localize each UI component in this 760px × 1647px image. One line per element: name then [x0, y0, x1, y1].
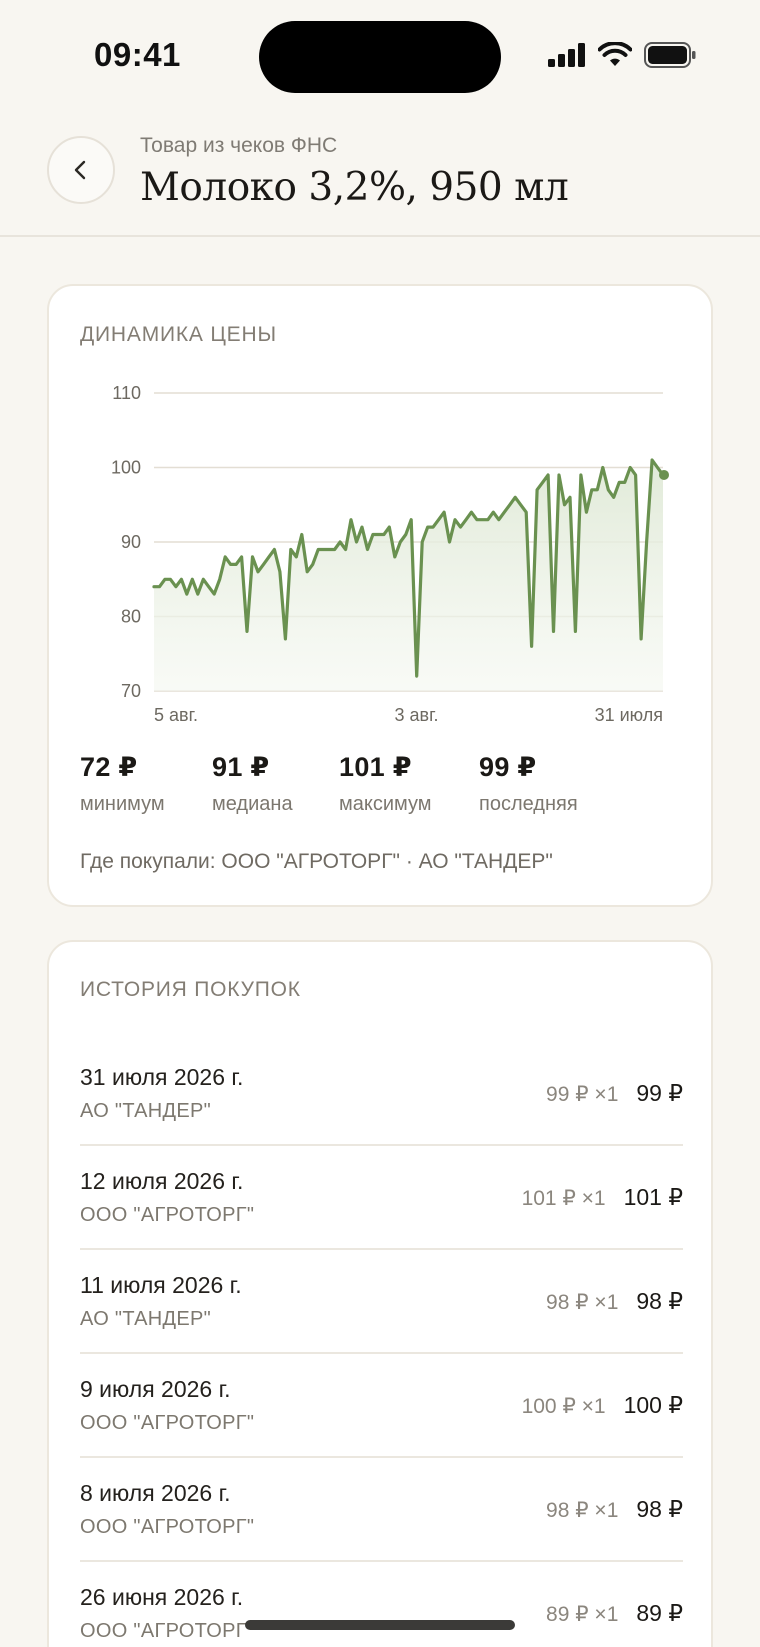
x-tick-label: 3 авг.	[395, 705, 439, 725]
battery-icon	[644, 42, 696, 68]
status-icons	[548, 40, 696, 70]
purchase-total: 100 ₽	[623, 1392, 683, 1418]
unit-price-qty: 98 ₽ ×1	[546, 1499, 619, 1522]
price-chart: 110 100 90 80 70 5 авг. 3 авг. 31 июля	[111, 383, 669, 725]
y-tick-label: 100	[111, 458, 141, 478]
stat-last-label: последняя	[479, 793, 578, 815]
purchase-shop: АО "ТАНДЕР"	[80, 1308, 212, 1330]
purchase-date: 8 июля 2026 г.	[80, 1480, 231, 1506]
stat-max: 101 ₽ максимум	[339, 752, 432, 816]
x-tick-label: 31 июля	[595, 705, 663, 725]
stat-min-value: 72 ₽	[80, 752, 138, 782]
y-tick-label: 110	[112, 383, 141, 403]
history-row[interactable]: 8 июля 2026 г. ООО "АГРОТОРГ" 98 ₽ ×1 98 ₽	[80, 1458, 683, 1562]
purchase-amount: 100 ₽ ×1 100 ₽	[522, 1392, 683, 1419]
purchase-amount: 98 ₽ ×1 98 ₽	[546, 1496, 683, 1523]
purchase-shop: ООО "АГРОТОРГ"	[80, 1620, 255, 1642]
unit-price-qty: 101 ₽ ×1	[521, 1187, 606, 1210]
stat-min-label: минимум	[80, 793, 165, 815]
purchase-amount: 98 ₽ ×1 98 ₽	[546, 1288, 683, 1315]
back-button[interactable]	[47, 136, 115, 204]
unit-price-qty: 98 ₽ ×1	[546, 1291, 619, 1314]
x-tick-label: 5 авг.	[154, 705, 198, 725]
purchase-date: 9 июля 2026 г.	[80, 1376, 231, 1402]
purchase-shop: ООО "АГРОТОРГ"	[80, 1412, 255, 1434]
purchase-shop: ООО "АГРОТОРГ"	[80, 1516, 255, 1538]
stat-min: 72 ₽ минимум	[80, 752, 165, 816]
purchase-date: 26 июня 2026 г.	[80, 1584, 244, 1610]
stat-max-label: максимум	[339, 793, 432, 815]
header-subtitle: Товар из чеков ФНС	[140, 134, 338, 157]
status-time: 09:41	[94, 36, 181, 73]
stat-median-value: 91 ₽	[212, 752, 270, 782]
stat-median: 91 ₽ медиана	[212, 752, 293, 816]
purchase-date: 12 июля 2026 г.	[80, 1168, 244, 1194]
purchase-amount: 89 ₽ ×1 89 ₽	[546, 1600, 683, 1627]
history-list: 31 июля 2026 г. АО "ТАНДЕР" 99 ₽ ×1 99 ₽ 12 …	[80, 1042, 683, 1647]
chevron-left-icon	[74, 160, 86, 180]
header: Товар из чеков ФНС Молоко 3,2%, 950 мл	[0, 110, 760, 237]
history-row[interactable]: 12 июля 2026 г. ООО "АГРОТОРГ" 101 ₽ ×1 101…	[80, 1146, 683, 1250]
purchase-total: 98 ₽	[636, 1496, 683, 1522]
price-area	[154, 460, 663, 691]
price-dynamics-card: ДИНАМИКА ЦЕНЫ 110 100 90 80 70 5 авг. 3 авг. 3…	[47, 284, 713, 907]
stat-max-value: 101 ₽	[339, 752, 412, 782]
status-bar: 09:41	[0, 0, 760, 110]
purchase-total: 98 ₽	[636, 1288, 683, 1314]
section-title-history: ИСТОРИЯ ПОКУПОК	[80, 978, 301, 1001]
page-title: Молоко 3,2%, 950 мл	[140, 165, 569, 210]
wifi-icon	[598, 42, 632, 66]
purchase-date: 11 июля 2026 г.	[80, 1272, 242, 1298]
history-row[interactable]: 31 июля 2026 г. АО "ТАНДЕР" 99 ₽ ×1 99 ₽	[80, 1042, 683, 1146]
history-row[interactable]: 9 июля 2026 г. ООО "АГРОТОРГ" 100 ₽ ×1 100 …	[80, 1354, 683, 1458]
home-indicator	[245, 1620, 515, 1630]
purchase-amount: 101 ₽ ×1 101 ₽	[522, 1184, 683, 1211]
last-price-point	[659, 469, 669, 480]
y-tick-label: 90	[121, 532, 141, 552]
price-stats: 72 ₽ минимум 91 ₽ медиана 101 ₽ максимум…	[80, 752, 690, 832]
unit-price-qty: 100 ₽ ×1	[521, 1395, 606, 1418]
purchase-history-card: ИСТОРИЯ ПОКУПОК 31 июля 2026 г. АО "ТАНДЕ…	[47, 940, 713, 1647]
purchase-total: 99 ₽	[636, 1080, 683, 1106]
history-row[interactable]: 26 июня 2026 г. ООО "АГРОТОРГ" 89 ₽ ×1 89 ₽	[80, 1562, 683, 1647]
y-tick-label: 80	[121, 607, 141, 627]
purchase-total: 89 ₽	[636, 1600, 683, 1626]
unit-price-qty: 89 ₽ ×1	[546, 1603, 619, 1626]
shops-text: Где покупали: ООО "АГРОТОРГ" · АО "ТАНДЕ…	[80, 850, 553, 873]
purchase-amount: 99 ₽ ×1 99 ₽	[546, 1080, 683, 1107]
purchase-date: 31 июля 2026 г.	[80, 1064, 244, 1090]
history-row[interactable]: 11 июля 2026 г. АО "ТАНДЕР" 98 ₽ ×1 98 ₽	[80, 1250, 683, 1354]
product-price-screen: 09:41 Товар из чеков ФНС Молоко 3,2%, 95…	[0, 0, 760, 1647]
dynamic-island	[259, 21, 501, 93]
purchase-total: 101 ₽	[623, 1184, 683, 1210]
y-tick-label: 70	[121, 681, 141, 701]
stat-median-label: медиана	[212, 793, 293, 815]
stat-last: 99 ₽ последняя	[479, 752, 578, 816]
purchase-shop: ООО "АГРОТОРГ"	[80, 1204, 255, 1226]
purchase-shop: АО "ТАНДЕР"	[80, 1100, 212, 1122]
cellular-signal-icon	[548, 43, 585, 67]
unit-price-qty: 99 ₽ ×1	[546, 1083, 619, 1106]
stat-last-value: 99 ₽	[479, 752, 537, 782]
